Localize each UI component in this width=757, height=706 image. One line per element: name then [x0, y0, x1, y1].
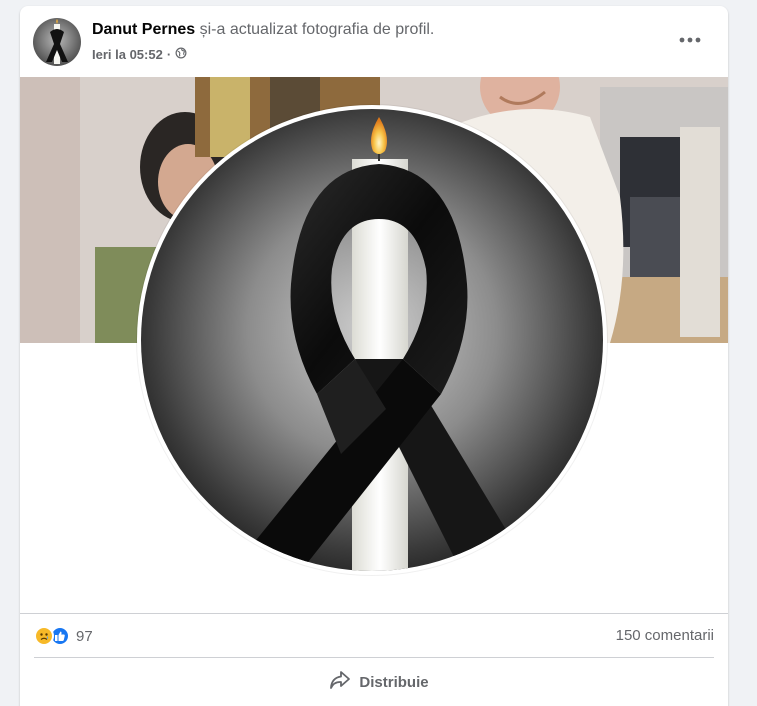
sad-reaction-icon [34, 626, 54, 646]
author-avatar[interactable] [33, 18, 81, 66]
post-header: Danut Pernes și-a actualizat fotografia … [20, 6, 728, 76]
page-scrollbar[interactable] [744, 0, 757, 706]
mourning-ribbon-candle-icon [141, 109, 603, 571]
post-meta: Ieri la 05:52 · [92, 47, 187, 62]
post-timestamp[interactable]: Ieri la 05:52 [92, 47, 163, 62]
post-card: Danut Pernes și-a actualizat fotografia … [20, 6, 728, 706]
post-title-line: Danut Pernes și-a actualizat fotografia … [92, 21, 434, 39]
author-name-link[interactable]: Danut Pernes [92, 21, 195, 38]
facebook-feed: Danut Pernes și-a actualizat fotografia … [0, 0, 757, 706]
comments-count-link[interactable]: 150 comentarii [616, 627, 714, 644]
post-stats-bar: 97 150 comentarii [20, 613, 728, 658]
post-options-button[interactable] [672, 26, 708, 54]
share-arrow-icon [329, 670, 351, 694]
post-actions-bar: Distribuie [34, 657, 714, 706]
share-button-label: Distribuie [359, 673, 429, 691]
post-action-text: și-a actualizat fotografia de profil. [195, 21, 435, 38]
more-horizontal-icon [679, 37, 701, 43]
reaction-count: 97 [76, 627, 93, 645]
profile-picture-image [141, 109, 603, 571]
mourning-ribbon-icon [46, 19, 68, 64]
meta-separator: · [166, 47, 172, 62]
share-button[interactable]: Distribuie [314, 664, 444, 700]
reactions-summary[interactable]: 97 [34, 626, 93, 646]
globe-icon[interactable] [175, 47, 187, 62]
profile-picture[interactable] [137, 105, 607, 575]
